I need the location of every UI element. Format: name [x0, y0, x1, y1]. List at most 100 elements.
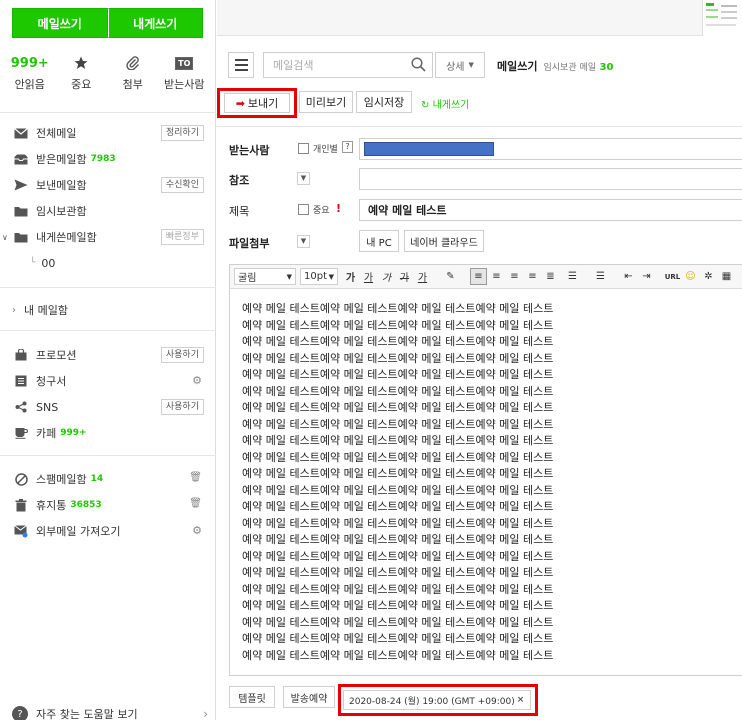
important-checkbox[interactable] — [298, 204, 309, 215]
body-line: 예약 메일 테스트예약 메일 테스트예약 메일 테스트예약 메일 테스트 — [242, 516, 554, 530]
quick-view-button[interactable]: 빠른정부 — [160, 229, 204, 245]
quick-attachment[interactable]: 첨부 — [108, 52, 158, 92]
folder-all[interactable]: 전체메일 정리하기 — [0, 120, 216, 146]
folder-drafts[interactable]: 임시보관함 — [0, 198, 216, 224]
folder-spam[interactable]: 스팸메일함 14 🗑 — [0, 466, 216, 492]
divider — [0, 287, 216, 288]
use-button[interactable]: 사용하기 — [160, 399, 204, 415]
tree-branch-icon: └ — [30, 258, 36, 268]
compose-button[interactable]: 메일쓰기 — [12, 8, 108, 38]
individual-checkbox[interactable] — [298, 143, 309, 154]
to-field[interactable] — [359, 138, 742, 160]
emoticon-icon[interactable]: ☺ — [682, 268, 699, 285]
template-button[interactable]: 템플릿 — [229, 686, 275, 708]
link-icon[interactable]: URL — [664, 268, 681, 285]
divider — [0, 112, 216, 113]
caret-down-icon: ▼ — [468, 61, 474, 69]
special-char-icon[interactable]: ✲ — [700, 268, 717, 285]
scheduled-time[interactable]: 2020-08-24 (월) 19:00 (GMT +09:00) × — [343, 690, 531, 710]
subject-input[interactable] — [360, 200, 742, 220]
service-promotion[interactable]: 프로모션 사용하기 — [0, 342, 216, 368]
help-link[interactable]: ? 자주 찾는 도움말 보기 › — [12, 704, 208, 720]
table-icon[interactable]: ▦ — [718, 268, 735, 285]
quick-to[interactable]: TO 받는사람 — [159, 52, 209, 92]
folder-sent[interactable]: 보낸메일함 수신확인 — [0, 172, 216, 198]
italic-button[interactable]: 가 — [378, 268, 395, 285]
send-button[interactable]: ➡ 보내기 — [224, 93, 290, 113]
save-draft-button[interactable]: 임시저장 — [356, 91, 412, 113]
trash-icon[interactable]: 🗑 — [189, 472, 202, 483]
folder-inbox[interactable]: 받은메일함 7983 — [0, 146, 216, 172]
body-line: 예약 메일 테스트예약 메일 테스트예약 메일 테스트예약 메일 테스트 — [242, 549, 554, 563]
service-sns[interactable]: SNS 사용하기 — [0, 394, 216, 420]
service-list: 프로모션 사용하기 청구서 ⚙ SNS 사용하기 카페 999+ — [0, 342, 216, 446]
self-compose-button[interactable]: 내게쓰기 — [107, 8, 203, 38]
align-center-icon[interactable]: ≡ — [488, 268, 505, 285]
subject-field[interactable] — [359, 199, 742, 221]
quick-important[interactable]: 중요 — [56, 52, 106, 92]
cc-dropdown[interactable]: ▼ — [297, 172, 310, 185]
preview-button[interactable]: 미리보기 — [299, 91, 353, 113]
spam-count: 14 — [90, 474, 104, 484]
to-label: 받는사람 — [229, 144, 270, 157]
chevron-right-icon: › — [203, 707, 208, 720]
folder-label: 내게쓴메일함 — [36, 231, 97, 244]
indent-icon[interactable]: ≣ — [542, 268, 559, 285]
recipient-chip[interactable] — [364, 142, 494, 156]
font-color-button[interactable]: 가 — [414, 268, 431, 285]
indent-more-icon[interactable]: ⇥ — [638, 268, 655, 285]
quick-unread[interactable]: 999+ 안읽음 — [5, 52, 55, 92]
divider — [0, 330, 216, 331]
my-mailbox-section: › 내 메일함 — [0, 297, 216, 323]
organize-button[interactable]: 정리하기 — [160, 125, 204, 141]
my-mailbox-toggle[interactable]: › 내 메일함 — [0, 297, 216, 323]
service-label: SNS — [36, 400, 59, 414]
naver-cloud-button[interactable]: 네이버 클라우드 — [404, 230, 484, 252]
bold-button[interactable]: 가 — [342, 268, 359, 285]
cc-field[interactable] — [359, 168, 742, 190]
close-icon[interactable]: × — [517, 695, 525, 705]
gear-icon[interactable]: ⚙ — [192, 524, 202, 537]
folder-label: 00 — [41, 256, 56, 270]
underline-button[interactable]: 가 — [360, 268, 377, 285]
thumbnail-preview[interactable] — [702, 0, 742, 36]
size-select[interactable]: 10pt ▼ — [300, 268, 338, 285]
bullet-list-icon[interactable]: ☰ — [592, 268, 609, 285]
help-icon[interactable]: ? — [342, 141, 353, 153]
drafts-link[interactable]: 임시보관 메일 — [543, 63, 596, 73]
editor-body[interactable]: 예약 메일 테스트예약 메일 테스트예약 메일 테스트예약 메일 테스트예약 메… — [242, 301, 742, 664]
search-input[interactable] — [264, 53, 404, 77]
self-send-link[interactable]: ↻ 내게쓰기 — [421, 96, 469, 111]
schedule-button[interactable]: 발송예약 — [283, 686, 335, 708]
highlight-icon[interactable]: ✎ — [442, 268, 459, 285]
align-justify-icon[interactable]: ≡ — [524, 268, 541, 285]
folder-label: 스팸메일함 — [36, 473, 87, 486]
star-icon — [56, 52, 106, 74]
use-button[interactable]: 사용하기 — [160, 347, 204, 363]
service-bill[interactable]: 청구서 ⚙ — [0, 368, 216, 394]
external-mail[interactable]: 외부메일 가져오기 ⚙ — [0, 518, 216, 544]
align-right-icon[interactable]: ≡ — [506, 268, 523, 285]
detail-search-button[interactable]: 상세 ▼ — [435, 52, 485, 78]
folder-self[interactable]: ∨ 내게쓴메일함 빠른정부 — [0, 224, 216, 250]
page-title: 메일쓰기 — [497, 60, 538, 73]
strike-button[interactable]: 가 — [396, 268, 413, 285]
attach-dropdown[interactable]: ▼ — [297, 235, 310, 248]
service-cafe[interactable]: 카페 999+ — [0, 420, 216, 446]
folder-sub-00[interactable]: └ 00 — [0, 250, 216, 276]
menu-button[interactable] — [228, 52, 254, 78]
gear-icon[interactable]: ⚙ — [192, 374, 202, 387]
send-highlight: ➡ 보내기 — [217, 88, 297, 118]
numbered-list-icon[interactable]: ☰ — [564, 268, 581, 285]
read-receipt-button[interactable]: 수신확인 — [160, 177, 204, 193]
align-left-icon[interactable]: ≡ — [470, 268, 487, 285]
folder-trash[interactable]: 휴지통 36853 🗑 — [0, 492, 216, 518]
my-pc-button[interactable]: 내 PC — [359, 230, 399, 252]
search-icon[interactable] — [411, 57, 426, 75]
font-select[interactable]: 굴림 ▼ — [234, 268, 296, 285]
hamburger-icon — [234, 59, 248, 61]
body-line: 예약 메일 테스트예약 메일 테스트예약 메일 테스트예약 메일 테스트 — [242, 582, 554, 596]
outdent-icon[interactable]: ⇤ — [620, 268, 637, 285]
trash-icon[interactable]: 🗑 — [189, 498, 202, 509]
chevron-down-icon[interactable]: ∨ — [2, 233, 12, 242]
